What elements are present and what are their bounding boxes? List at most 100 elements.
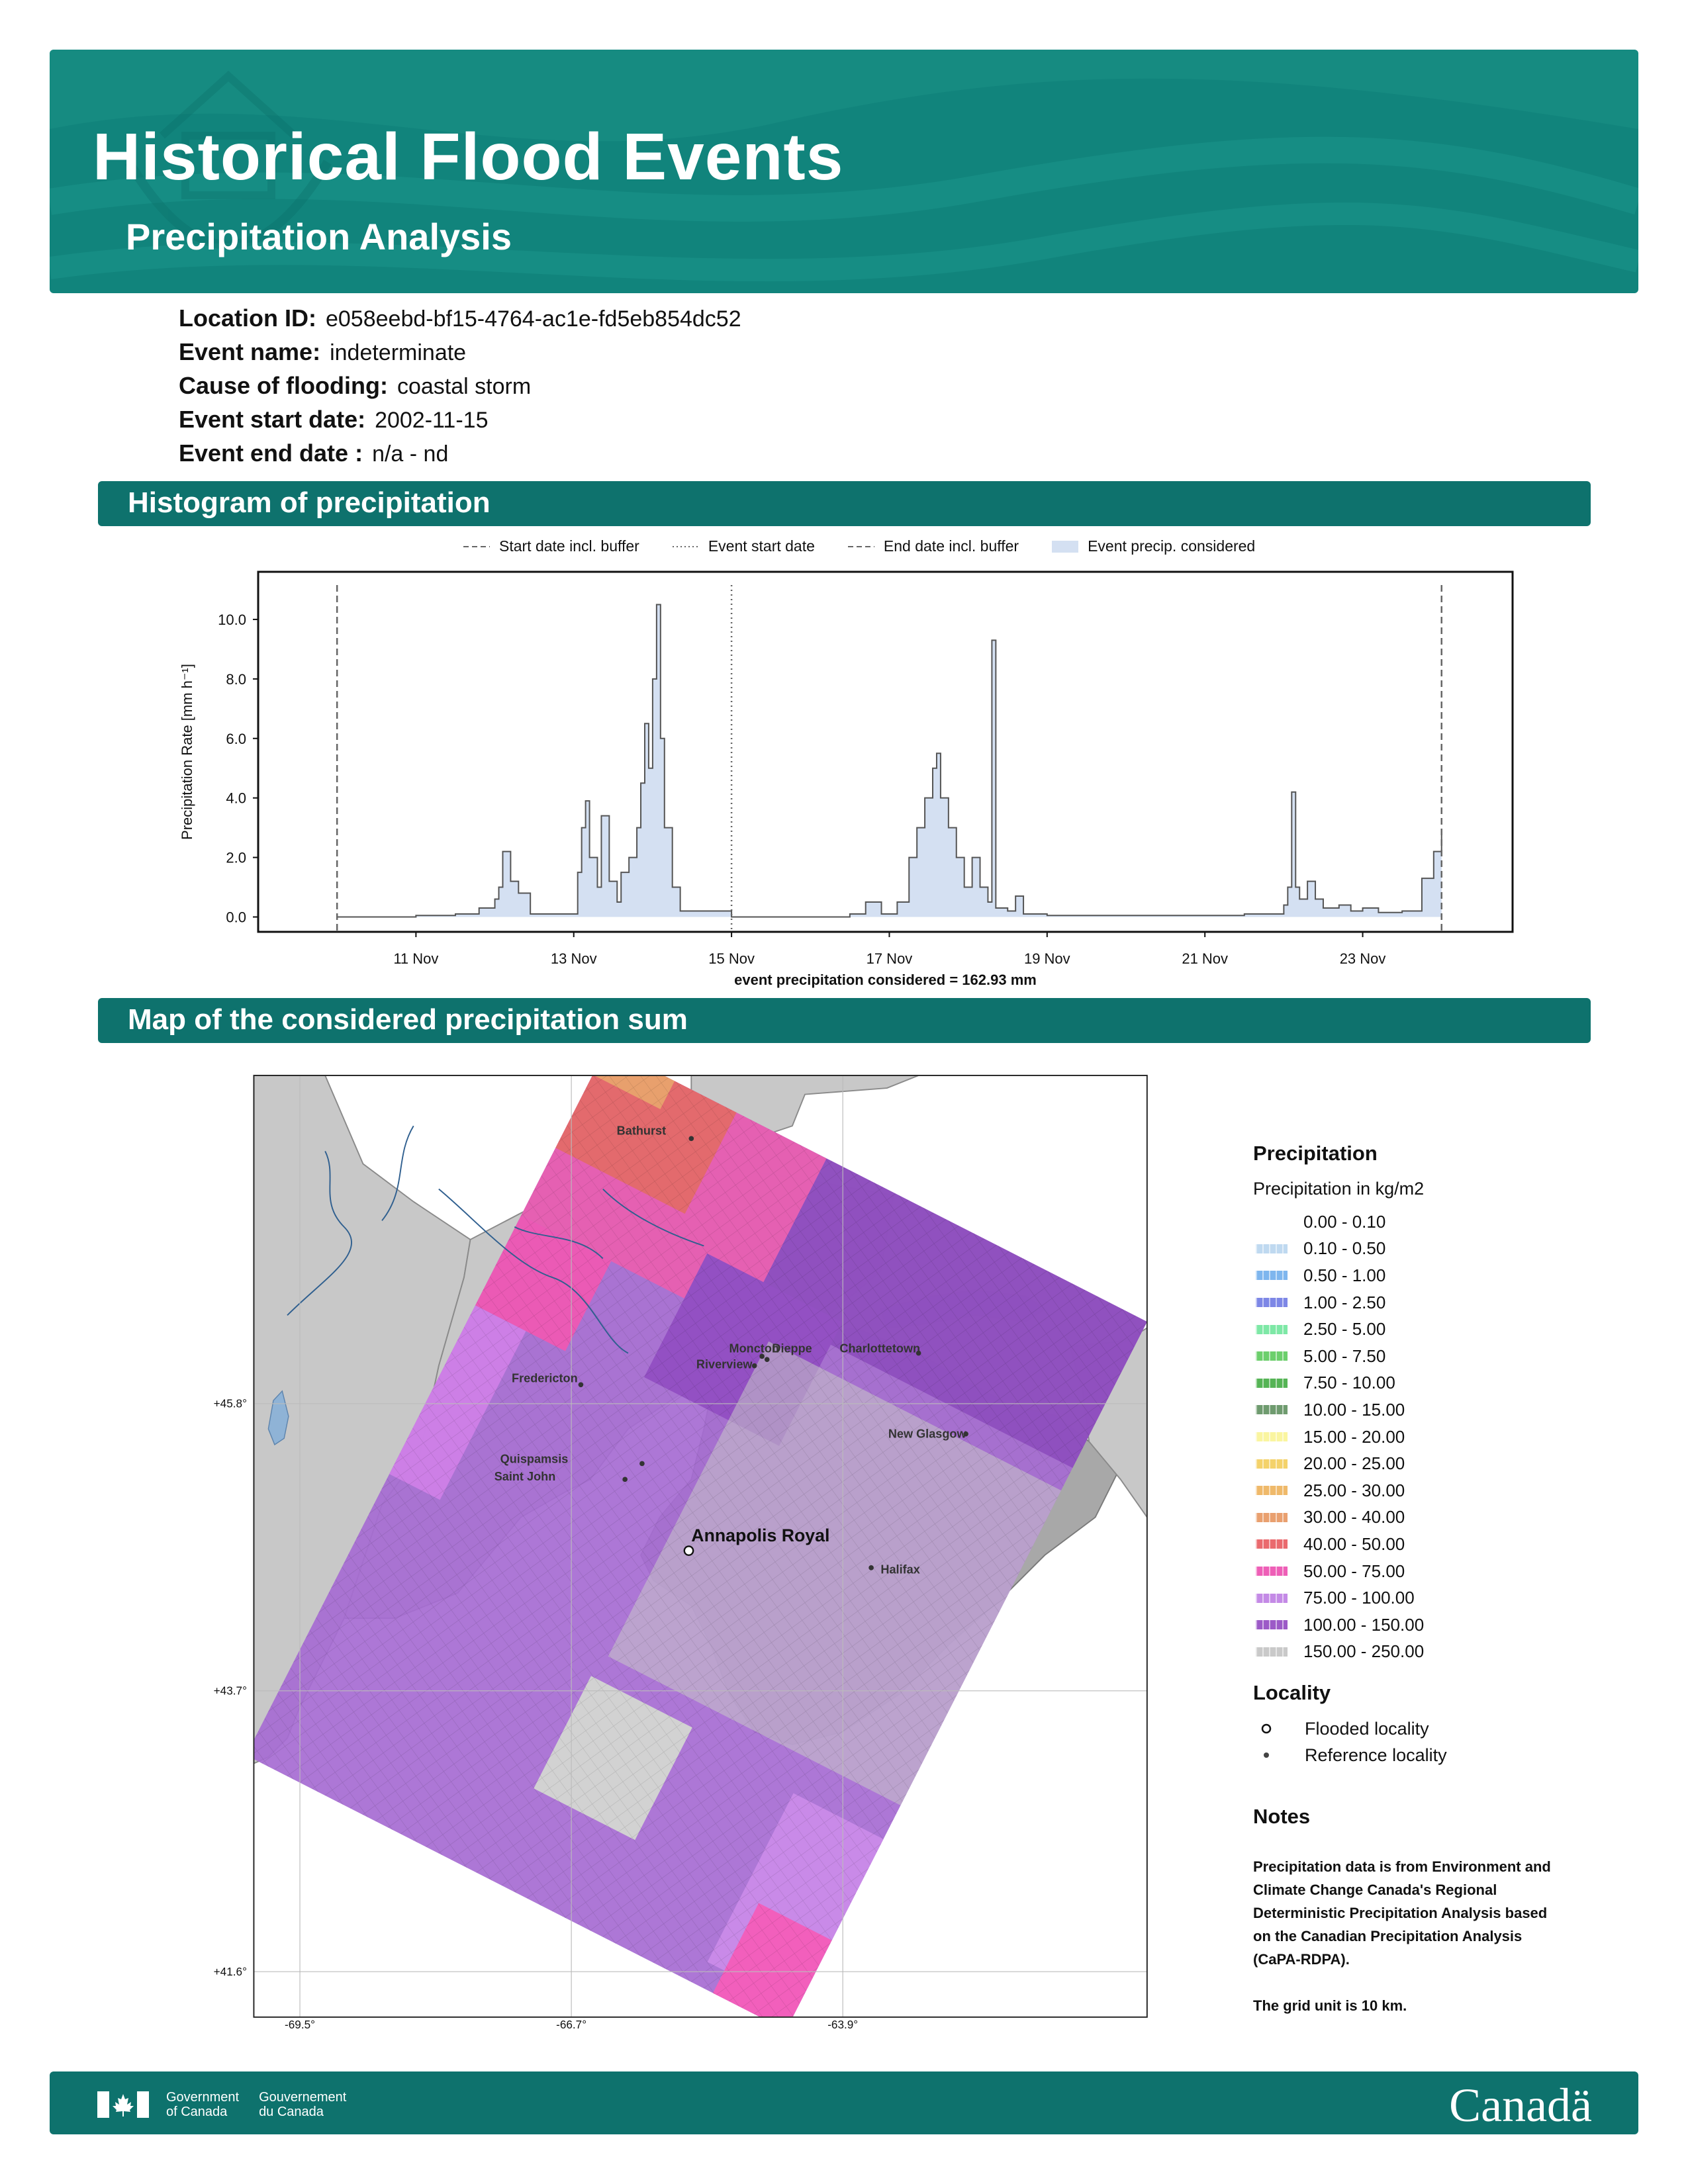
latitude-label: +45.8° (214, 1397, 247, 1410)
plot-frame (257, 570, 1514, 933)
x-tick-label: 23 Nov (1340, 950, 1386, 967)
city-label: Quispamsis (500, 1453, 569, 1466)
latitude-label: +43.7° (214, 1684, 247, 1698)
legend-class-row: 2.50 - 5.00 (1253, 1316, 1611, 1343)
legend-class-row: 15.00 - 20.00 (1253, 1424, 1611, 1451)
legend-event-start: Event start date (672, 537, 815, 555)
legend-class-label: 75.00 - 100.00 (1303, 1588, 1415, 1608)
gov-en-line2: of Canada (166, 2105, 228, 2119)
legend-swatch (1256, 1459, 1288, 1469)
notes-line: on the Canadian Precipitation Analysis (1253, 1928, 1523, 1945)
reference-locality-dot (622, 1477, 628, 1482)
legend-class-label: 10.00 - 15.00 (1303, 1399, 1405, 1420)
longitude-label: -63.9° (827, 2018, 858, 2031)
legend-class-label: 5.00 - 7.50 (1303, 1345, 1386, 1366)
legend-class-label: 150.00 - 250.00 (1303, 1641, 1425, 1662)
x-tick-label: 21 Nov (1182, 950, 1228, 967)
gov-fr-line1: Gouvernement (259, 2090, 347, 2105)
legend-swatch (1256, 1405, 1288, 1415)
city-label: Dieppe (772, 1342, 812, 1355)
legend-swatch (1256, 1324, 1288, 1334)
legend-start-buffer-label: Start date incl. buffer (499, 537, 639, 555)
y-tick-label: 0.0 (226, 909, 246, 926)
notes-title: Notes (1253, 1805, 1311, 1829)
end-date-value: n/a - nd (372, 441, 449, 467)
legend-swatch (1256, 1432, 1288, 1442)
cause-row: Cause of flooding: coastal storm (179, 372, 741, 406)
page-title: Historical Flood Events (93, 120, 844, 194)
legend-event-precip-label: Event precip. considered (1088, 537, 1256, 555)
gov-en-line1: Government (166, 2090, 240, 2105)
gov-fr-line2: du Canada (259, 2105, 324, 2119)
notes-text: Precipitation data is from Environment a… (1253, 1855, 1611, 2017)
reference-locality-dot (764, 1357, 770, 1362)
legend-class-row: 1.00 - 2.50 (1253, 1289, 1611, 1316)
legend-end-buffer-label: End date incl. buffer (883, 537, 1019, 555)
legend-classes: 0.00 - 0.10 0.10 - 0.50 0.50 - 1.00 1.00 - … (1253, 1208, 1611, 1665)
reference-marker-icon (1264, 1752, 1269, 1758)
legend-class-label: 0.00 - 0.10 (1303, 1211, 1386, 1232)
histogram-section-header: Histogram of precipitation (98, 481, 1591, 526)
legend-class-row: 0.00 - 0.10 (1253, 1208, 1611, 1236)
legend-class-label: 0.50 - 1.00 (1303, 1265, 1386, 1285)
end-date-label: Event end date : (179, 439, 363, 467)
x-tick-label: 19 Nov (1024, 950, 1070, 967)
legend-swatch (1256, 1486, 1288, 1496)
start-date-value: 2002-11-15 (375, 408, 489, 433)
location-id-label: Location ID: (179, 304, 316, 332)
y-tick-label: 8.0 (226, 671, 246, 688)
reference-locality-dot (688, 1136, 694, 1142)
legend-event-precip: Event precip. considered (1052, 537, 1255, 555)
cause-value: coastal storm (397, 374, 532, 399)
legend-flooded: Flooded locality (1253, 1715, 1611, 1742)
legend-class-label: 2.50 - 5.00 (1303, 1319, 1386, 1340)
precip-line (337, 604, 1442, 918)
legend-swatch (1256, 1378, 1288, 1388)
government-signature: Government of Canada Gouvernement du Can… (97, 2090, 366, 2119)
legend-class-label: 7.50 - 10.00 (1303, 1373, 1395, 1393)
legend-class-row: 7.50 - 10.00 (1253, 1370, 1611, 1397)
x-tick-label: 13 Nov (551, 950, 597, 967)
y-tick-label: 4.0 (226, 790, 246, 807)
chart-legend: Start date incl. buffer Event start date… (463, 537, 1255, 555)
legend-class-row: 25.00 - 30.00 (1253, 1477, 1611, 1504)
flooded-locality-label: Annapolis Royal (691, 1525, 829, 1545)
legend-reference: Reference locality (1253, 1742, 1611, 1768)
legend-swatch (1256, 1244, 1288, 1253)
reference-locality-dot (751, 1363, 757, 1369)
legend-swatch (1256, 1512, 1288, 1522)
event-info: Location ID: e058eebd-bf15-4764-ac1e-fd5… (179, 304, 741, 473)
y-axis-label: Precipitation Rate [mm h⁻¹] (179, 664, 195, 840)
legend-class-label: 40.00 - 50.00 (1303, 1533, 1405, 1554)
legend-class-row: 20.00 - 25.00 (1253, 1450, 1611, 1477)
legend-class-row: 30.00 - 40.00 (1253, 1504, 1611, 1531)
legend-swatch (1256, 1298, 1288, 1308)
longitude-label: -69.5° (285, 2018, 315, 2031)
map-section-header: Map of the considered precipitation sum (98, 998, 1591, 1043)
notes-grid: The grid unit is 10 km. (1253, 1997, 1407, 2015)
legend-class-row: 150.00 - 250.00 (1253, 1639, 1611, 1666)
gov-french: Gouvernement du Canada (259, 2090, 346, 2119)
city-label: Saint John (494, 1470, 556, 1483)
legend-class-label: 30.00 - 40.00 (1303, 1507, 1405, 1527)
legend-class-row: 5.00 - 7.50 (1253, 1343, 1611, 1370)
flooded-marker-icon (1261, 1723, 1272, 1734)
precipitation-map: BathurstMonctonDieppe CharlottetownRiverv… (214, 1075, 1148, 2031)
gov-english: Government of Canada (166, 2090, 239, 2119)
reference-label: Reference locality (1305, 1745, 1447, 1765)
legend-class-label: 50.00 - 75.00 (1303, 1561, 1405, 1581)
longitude-label: -66.7° (556, 2018, 586, 2031)
canada-flag-icon (97, 2091, 149, 2118)
x-tick-label: 17 Nov (867, 950, 913, 967)
legend-swatch (1256, 1271, 1288, 1281)
y-tick-label: 6.0 (226, 731, 246, 747)
y-tick-label: 10.0 (218, 612, 246, 628)
flooded-label: Flooded locality (1305, 1718, 1429, 1739)
city-label: New Glasgow (888, 1427, 967, 1440)
legend-swatch (1256, 1539, 1288, 1549)
event-name-row: Event name: indeterminate (179, 338, 741, 372)
city-label: Bathurst (617, 1124, 666, 1138)
reference-locality-dot (578, 1382, 584, 1388)
legend-class-label: 25.00 - 30.00 (1303, 1480, 1405, 1500)
legend-swatch (1256, 1351, 1288, 1361)
